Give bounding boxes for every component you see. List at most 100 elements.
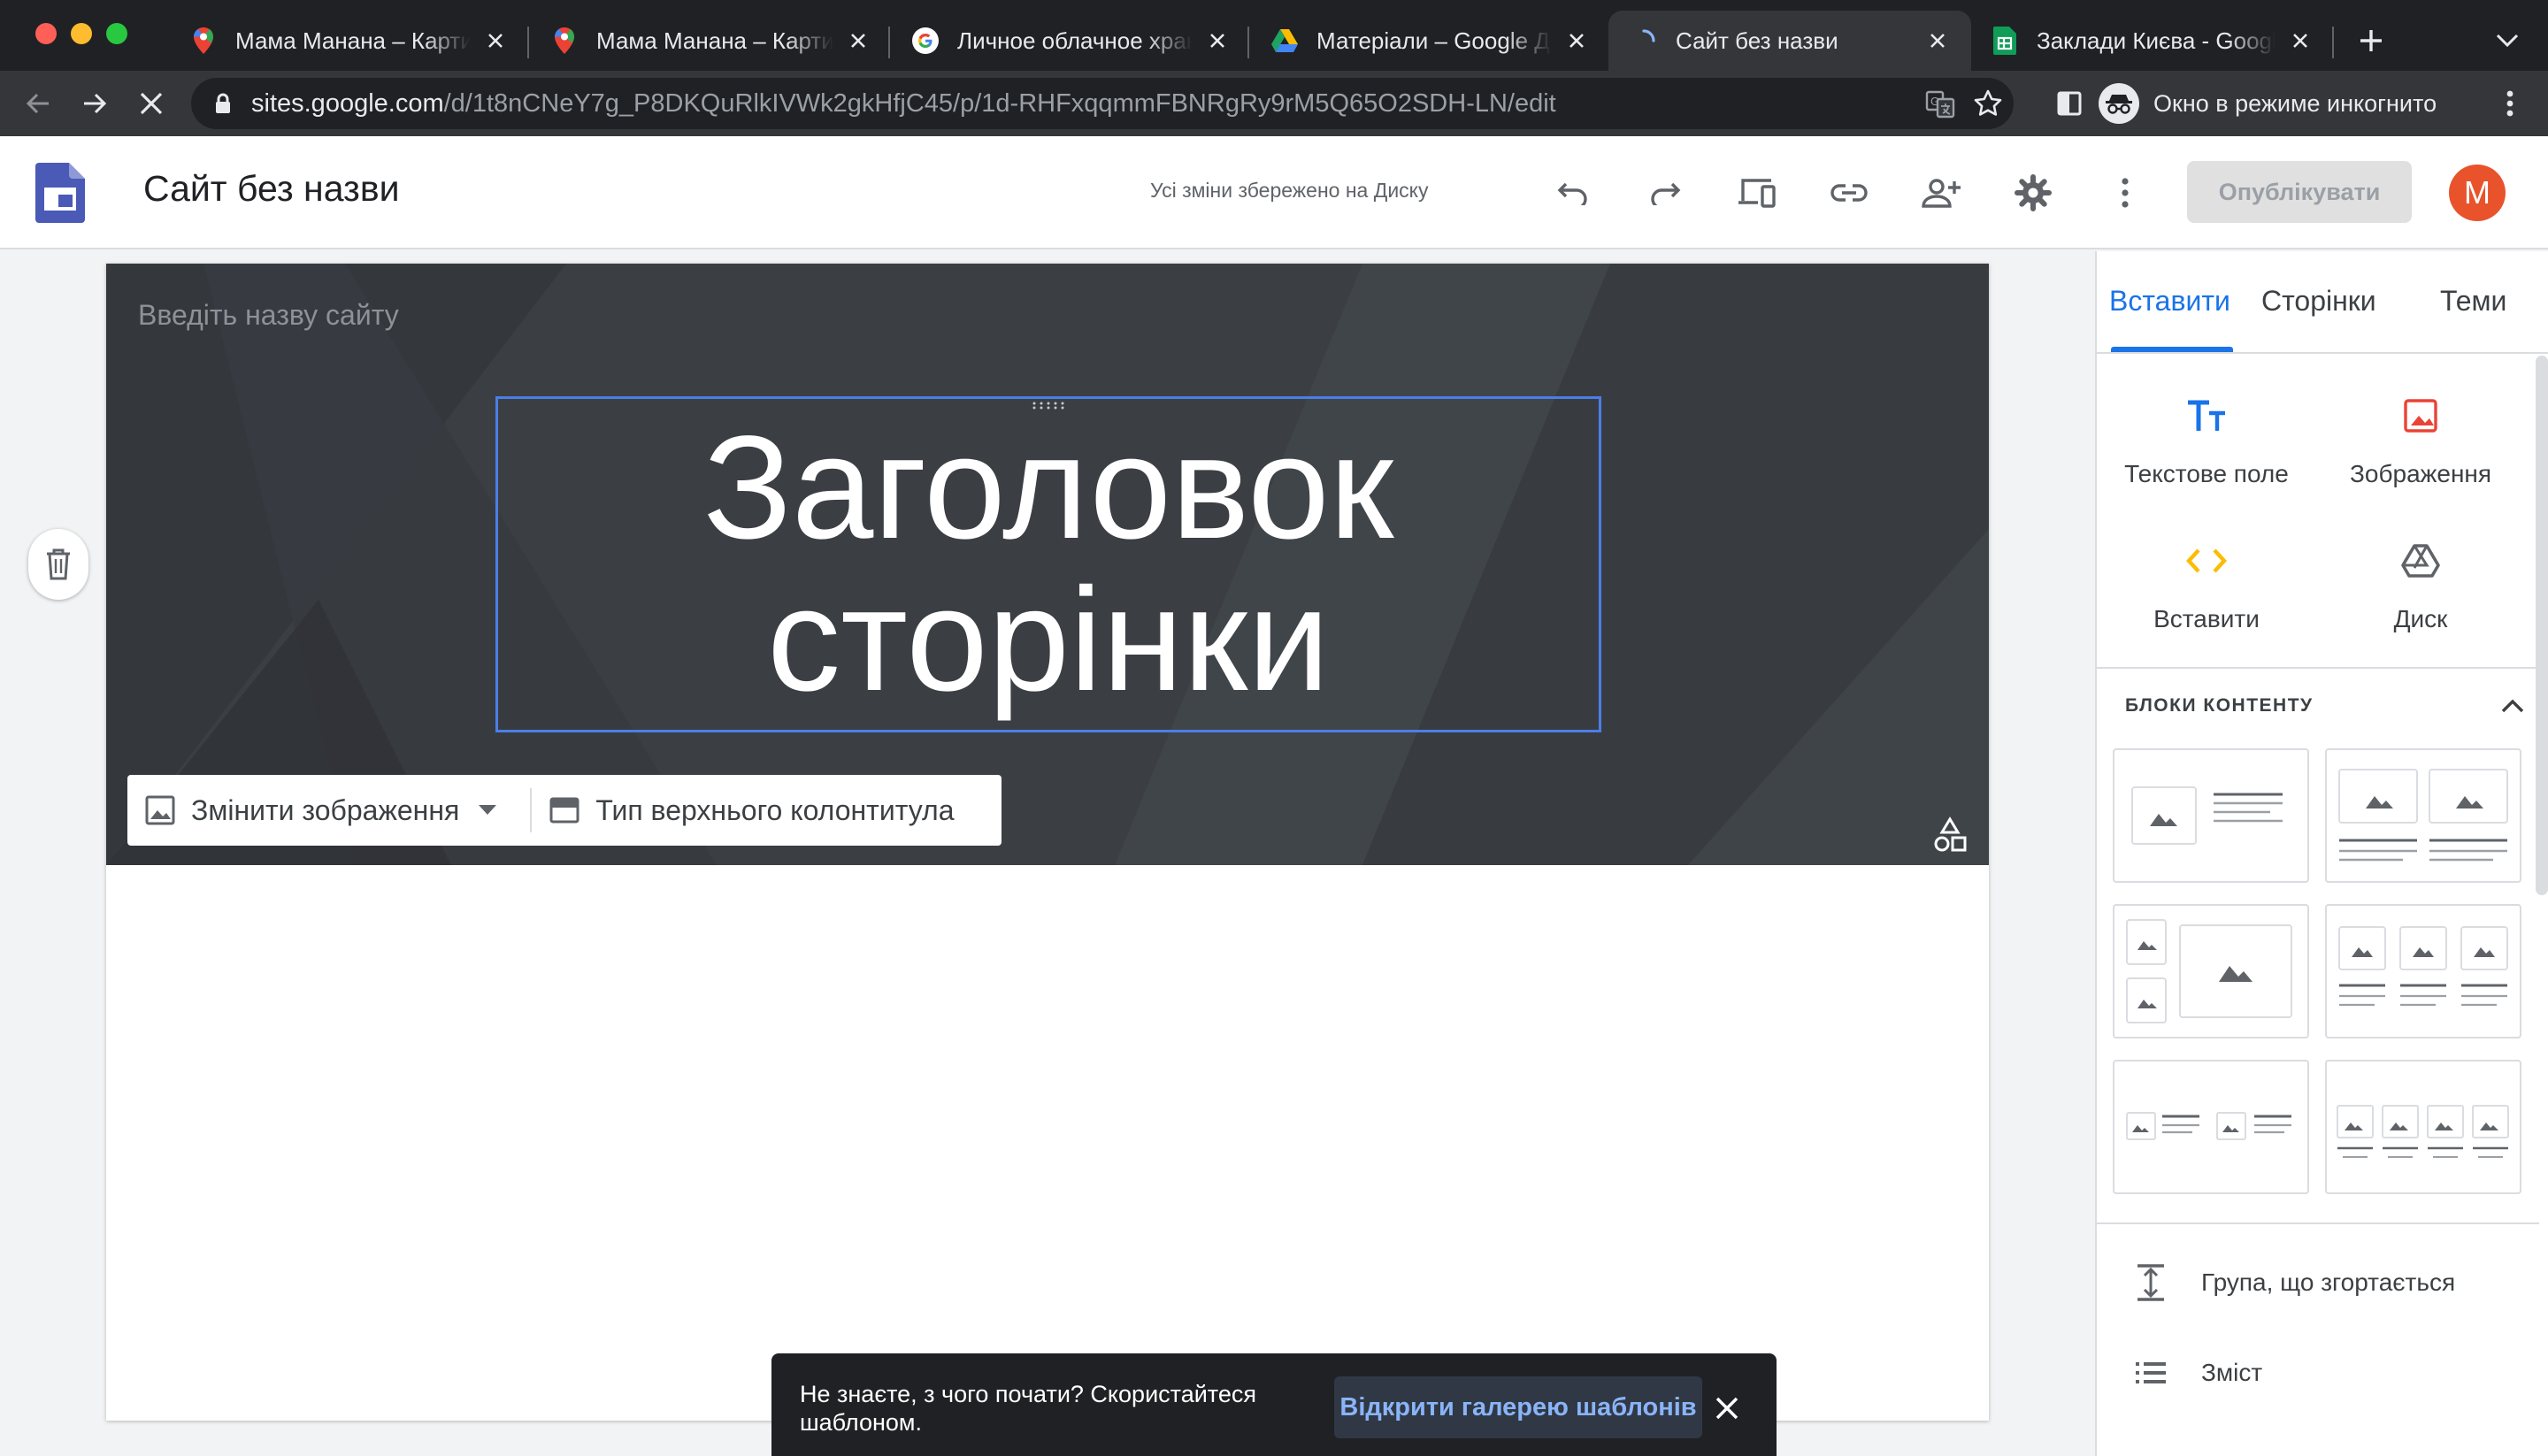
trash-icon (45, 548, 72, 580)
panel-scrollbar[interactable] (2536, 356, 2548, 895)
google-maps-icon (550, 27, 579, 55)
close-icon[interactable] (1205, 28, 1230, 53)
bookmark-star-icon[interactable] (1973, 88, 2003, 119)
image-icon (145, 795, 191, 825)
insert-collapsible-group-button[interactable]: Група, що згортається (2136, 1263, 2455, 1302)
layout-block-two-image-text[interactable] (2113, 1060, 2309, 1194)
save-status: Усі зміни збережено на Диску (1150, 179, 1429, 202)
share-button[interactable] (1918, 170, 1964, 216)
chevron-up-icon[interactable] (2495, 688, 2530, 724)
insert-image-button[interactable]: Зображення (2323, 389, 2518, 488)
close-icon[interactable] (2288, 28, 2313, 53)
google-sites-logo-icon[interactable] (35, 163, 85, 223)
incognito-label: Окно в режиме инкогнито (2153, 89, 2437, 117)
tab-title: Мама Манана – Карти Google (235, 27, 471, 54)
snackbar-message: Не знаєте, з чого почати? Скористайтеся … (800, 1381, 1257, 1436)
header-type-label: Тип верхнього колонтитула (595, 793, 955, 826)
close-icon[interactable] (483, 28, 508, 53)
shapes-icon[interactable] (1929, 814, 1971, 856)
settings-gear-icon[interactable] (2010, 170, 2056, 216)
minimize-window-button[interactable] (71, 23, 92, 44)
layout-block-three-columns[interactable] (2325, 904, 2521, 1038)
tab-pages[interactable]: Сторінки (2261, 285, 2376, 318)
tab-title: Личное облачное хранилище (957, 27, 1193, 54)
delete-section-button[interactable] (28, 529, 88, 600)
browser-tab[interactable]: Заклади Києва - Google Таблиці (1969, 11, 2334, 71)
insert-item-label: Вставити (2153, 605, 2260, 632)
google-drive-icon (1270, 27, 1299, 55)
tab-title: Матеріали – Google Диск (1316, 27, 1552, 54)
insert-drive-button[interactable]: Диск (2323, 534, 2518, 633)
preview-devices-button[interactable] (1734, 170, 1780, 216)
browser-tab[interactable]: Мама Манана – Карти Google (168, 11, 529, 71)
lock-icon[interactable] (214, 93, 232, 114)
insert-item-label: Диск (2393, 605, 2448, 632)
publish-button[interactable]: Опублікувати (2187, 161, 2412, 223)
browser-tab[interactable]: Личное облачное хранилище (890, 11, 1251, 71)
page-title[interactable]: Заголовок сторінки (498, 399, 1599, 730)
insert-text-box-button[interactable]: Текстове поле (2109, 389, 2304, 488)
page-title-box[interactable]: Заголовок сторінки (495, 396, 1601, 732)
insert-embed-button[interactable]: Вставити (2109, 534, 2304, 633)
google-g-icon (911, 27, 940, 55)
browser-menu-icon[interactable] (2490, 83, 2530, 124)
forward-button[interactable] (74, 83, 115, 124)
redo-button[interactable] (1642, 170, 1688, 216)
new-tab-button[interactable] (2352, 21, 2391, 60)
close-icon[interactable] (1708, 1389, 1746, 1428)
layout-thumbnail-icon (2131, 786, 2283, 845)
copy-link-button[interactable] (1826, 170, 1872, 216)
close-icon[interactable] (1925, 28, 1950, 53)
layout-thumbnail-icon (2338, 769, 2508, 862)
tab-insert[interactable]: Вставити (2109, 285, 2230, 318)
tabs-divider (2097, 352, 2548, 354)
layout-thumbnail-icon (2126, 919, 2292, 1023)
incognito-icon (2099, 83, 2139, 124)
google-sheets-icon (1991, 27, 2019, 55)
panel-divider (2097, 1222, 2539, 1224)
maximize-window-button[interactable] (106, 23, 127, 44)
avatar[interactable]: M (2449, 165, 2506, 221)
drive-icon (2323, 534, 2518, 587)
insert-table-of-contents-button[interactable]: Зміст (2136, 1359, 2262, 1387)
change-image-label: Змінити зображення (191, 793, 460, 826)
browser-tab-active[interactable]: Сайт без назви (1608, 11, 1971, 71)
layout-thumbnail-icon (2338, 926, 2508, 1007)
insert-item-label: Текстове поле (2124, 460, 2289, 487)
layout-block-image-text[interactable] (2113, 748, 2309, 883)
stop-loading-button[interactable] (131, 83, 172, 124)
google-maps-icon (189, 27, 218, 55)
translate-icon[interactable]: G (1925, 88, 1955, 119)
close-icon[interactable] (1564, 28, 1589, 53)
address-bar[interactable]: sites.google.com/d/1t8nCNeY7g_P8DKQuRlkI… (191, 78, 2014, 129)
incognito-profile-button[interactable]: Окно в режиме инкогнито (2099, 78, 2437, 129)
tab-title: Сайт без назви (1676, 27, 1838, 54)
collapsible-group-label: Група, що згортається (2201, 1268, 2456, 1296)
tab-search-button[interactable] (2490, 23, 2525, 58)
header-type-button[interactable]: Тип верхнього колонтитула (532, 775, 971, 846)
browser-tab[interactable]: Матеріали – Google Диск (1249, 11, 1610, 71)
back-button[interactable] (18, 83, 58, 124)
embed-code-icon (2109, 534, 2304, 587)
site-name-input[interactable]: Введіть назву сайту (138, 299, 399, 332)
site-title[interactable]: Сайт без назви (143, 168, 400, 210)
change-image-button[interactable]: Змінити зображення (127, 775, 530, 846)
url-host: sites.google.com (251, 89, 444, 118)
close-icon[interactable] (846, 28, 871, 53)
undo-button[interactable] (1550, 170, 1596, 216)
more-options-icon[interactable] (2102, 170, 2148, 216)
browser-tab[interactable]: Мама Манана – Карти Google (529, 11, 892, 71)
page-header-banner[interactable]: Введіть назву сайту Заголовок сторінки З… (106, 264, 1989, 865)
dropdown-arrow-icon (479, 805, 512, 816)
close-window-button[interactable] (35, 23, 57, 44)
tab-themes[interactable]: Теми (2440, 285, 2506, 318)
image-icon (2323, 389, 2518, 442)
layout-block-two-images[interactable] (2325, 748, 2521, 883)
content-blocks-heading: БЛОКИ КОНТЕНТУ (2125, 695, 2314, 716)
tab-separator (2332, 27, 2334, 58)
open-template-gallery-button[interactable]: Відкрити галерею шаблонів (1334, 1376, 1702, 1438)
layout-block-four-columns[interactable] (2325, 1060, 2521, 1194)
layout-block-image-gallery[interactable] (2113, 904, 2309, 1038)
page-canvas[interactable]: Введіть назву сайту Заголовок сторінки З… (106, 264, 1989, 1421)
side-panel-icon[interactable] (2049, 83, 2090, 124)
